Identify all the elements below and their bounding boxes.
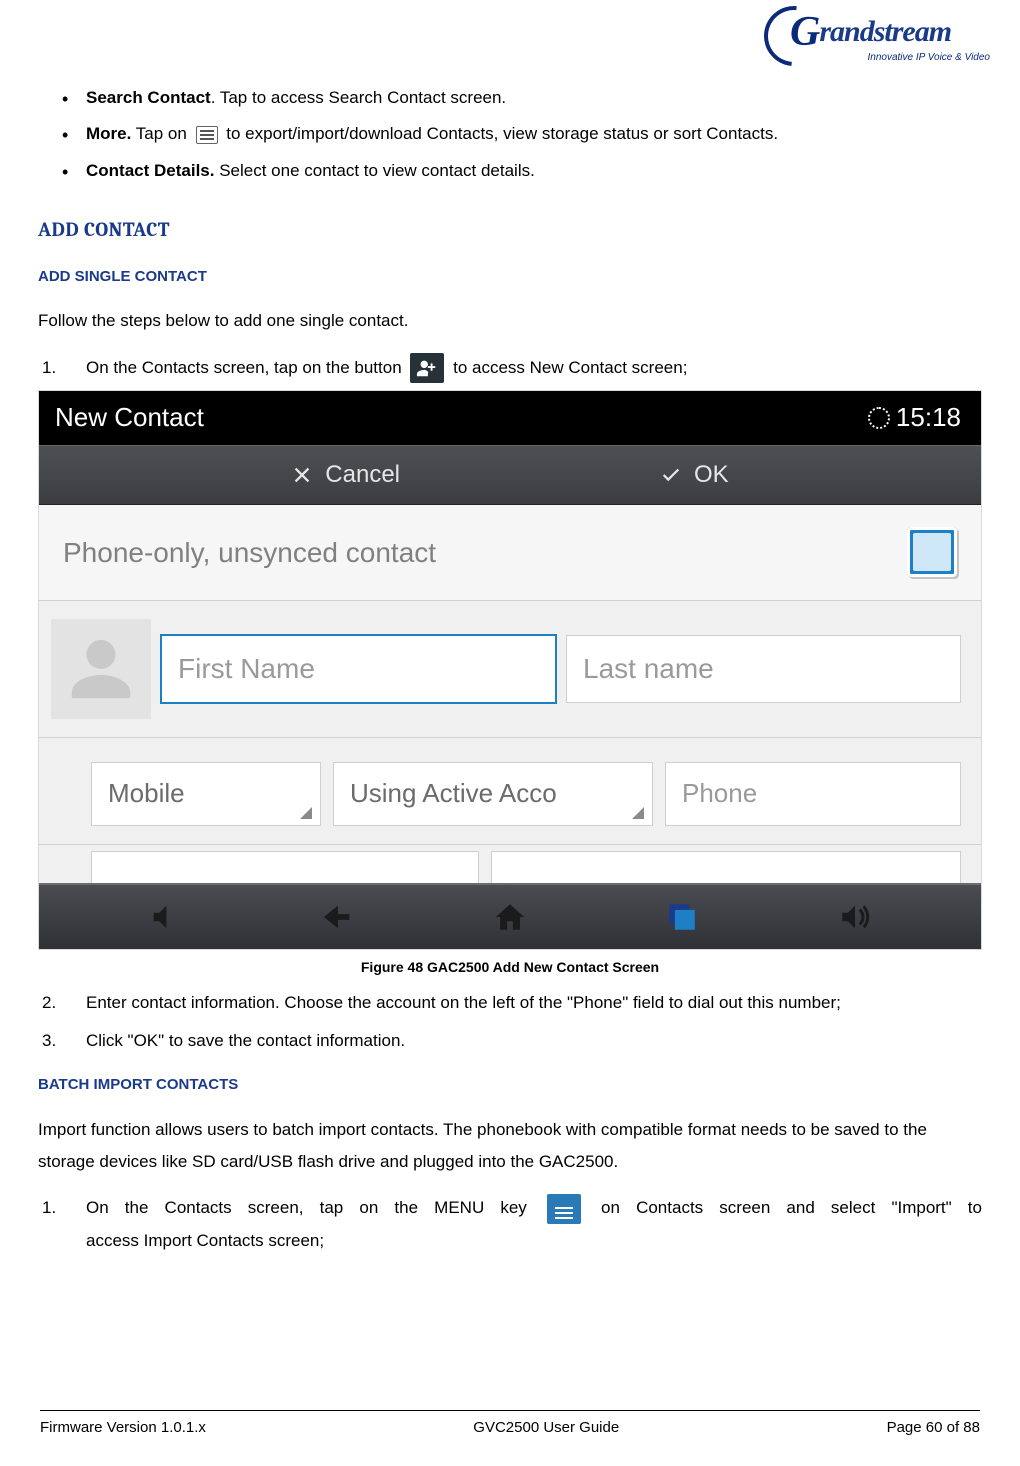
avatar-placeholder[interactable] — [51, 619, 151, 719]
ok-button[interactable]: OK — [660, 452, 729, 498]
bullet-text-before: Tap on — [131, 124, 191, 143]
cancel-button[interactable]: Cancel — [291, 452, 400, 498]
brand-logo: Grandstream Innovative IP Voice & Video — [790, 8, 990, 68]
home-icon — [493, 900, 527, 934]
action-bar: Cancel OK — [39, 445, 981, 505]
bullet-bold: Contact Details. — [86, 161, 214, 180]
contact-card-icon — [907, 527, 957, 577]
step-text-after: to access New Contact screen; — [453, 358, 687, 377]
dropdown-triangle-icon — [632, 807, 644, 819]
intro-single: Follow the steps below to add one single… — [38, 305, 982, 337]
batch-intro: Import function allows users to batch im… — [38, 1114, 982, 1179]
feature-bullets: Search Contact. Tap to access Search Con… — [38, 82, 982, 187]
step-1-batch: On the Contacts screen, tap on the MENU … — [38, 1192, 982, 1257]
figure-new-contact: New Contact 15:18 Cancel OK Phone-on — [38, 390, 982, 950]
bullet-text: Select one contact to view contact detai… — [214, 161, 534, 180]
check-icon — [660, 464, 682, 486]
first-name-input[interactable]: First Name — [161, 635, 556, 703]
bullet-more: More. Tap on to export/import/download C… — [62, 118, 982, 150]
bullet-search-contact: Search Contact. Tap to access Search Con… — [62, 82, 982, 114]
person-icon — [66, 634, 136, 704]
steps-batch-import: On the Contacts screen, tap on the MENU … — [38, 1192, 982, 1257]
placeholder-text: Last name — [583, 642, 714, 695]
bullet-text: . Tap to access Search Contact screen. — [211, 88, 506, 107]
time-text: 15:18 — [896, 393, 961, 442]
clock: 15:18 — [868, 393, 961, 442]
name-row: First Name Last name — [39, 601, 981, 738]
app-titlebar: New Contact 15:18 — [39, 391, 981, 445]
phone-row: Mobile Using Active Acco Phone — [39, 738, 981, 845]
system-navbar — [39, 883, 981, 949]
phone-type-select[interactable]: Mobile — [91, 762, 321, 826]
volume-down-icon — [148, 900, 182, 934]
select-value: Mobile — [108, 769, 185, 818]
placeholder-text: First Name — [178, 642, 315, 695]
heading-add-single-contact: ADD SINGLE CONTACT — [38, 263, 982, 292]
phone-number-input[interactable]: Phone — [665, 762, 961, 826]
back-button[interactable] — [320, 899, 356, 935]
bullet-contact-details: Contact Details. Select one contact to v… — [62, 155, 982, 187]
home-button[interactable] — [492, 899, 528, 935]
footer-title: GVC2500 User Guide — [473, 1419, 619, 1440]
volume-up-icon — [838, 900, 872, 934]
heading-batch-import: BATCH IMPORT CONTACTS — [38, 1071, 982, 1100]
menu-icon — [196, 126, 218, 144]
volume-down-button[interactable] — [147, 899, 183, 935]
dropdown-triangle-icon — [300, 807, 312, 819]
step-text-after: on Contacts screen and select "Import" t… — [601, 1198, 982, 1217]
step-text-before: On the Contacts screen, tap on the MENU … — [86, 1198, 543, 1217]
back-icon — [321, 900, 355, 934]
figure-caption: Figure 48 GAC2500 Add New Contact Screen — [38, 954, 982, 981]
footer-firmware: Firmware Version 1.0.1.x — [40, 1419, 206, 1440]
menu-blue-icon — [547, 1194, 581, 1224]
recent-apps-button[interactable] — [664, 899, 700, 935]
volume-up-button[interactable] — [837, 899, 873, 935]
screen-title: New Contact — [55, 393, 204, 442]
sync-label: Phone-only, unsynced contact — [63, 526, 436, 579]
brand-tagline: Innovative IP Voice & Video — [790, 52, 990, 63]
clock-ring-icon — [868, 407, 890, 429]
heading-add-contact: ADD CONTACT — [38, 211, 982, 249]
add-person-icon — [410, 353, 444, 383]
close-icon — [291, 464, 313, 486]
placeholder-text: Phone — [682, 769, 757, 818]
bullet-bold: More. — [86, 124, 131, 143]
steps-add-single: On the Contacts screen, tap on the butto… — [38, 352, 982, 384]
step-text-line2: access Import Contacts screen; — [86, 1225, 982, 1257]
account-select[interactable]: Using Active Acco — [333, 762, 653, 826]
next-row-peek — [39, 845, 981, 883]
sync-row[interactable]: Phone-only, unsynced contact — [39, 505, 981, 601]
page-footer: Firmware Version 1.0.1.x GVC2500 User Gu… — [40, 1410, 980, 1440]
cancel-label: Cancel — [325, 452, 400, 498]
bullet-text-after: to export/import/download Contacts, view… — [226, 124, 778, 143]
recent-apps-icon — [665, 900, 699, 934]
step-2: Enter contact information. Choose the ac… — [38, 987, 982, 1019]
footer-page: Page 60 of 88 — [887, 1419, 980, 1440]
ok-label: OK — [694, 452, 729, 498]
step-1: On the Contacts screen, tap on the butto… — [38, 352, 982, 384]
steps-add-single-cont: Enter contact information. Choose the ac… — [38, 987, 982, 1058]
last-name-input[interactable]: Last name — [566, 635, 961, 703]
step-3: Click "OK" to save the contact informati… — [38, 1025, 982, 1057]
select-value: Using Active Acco — [350, 769, 557, 818]
step-text-before: On the Contacts screen, tap on the butto… — [86, 358, 406, 377]
bullet-bold: Search Contact — [86, 88, 211, 107]
